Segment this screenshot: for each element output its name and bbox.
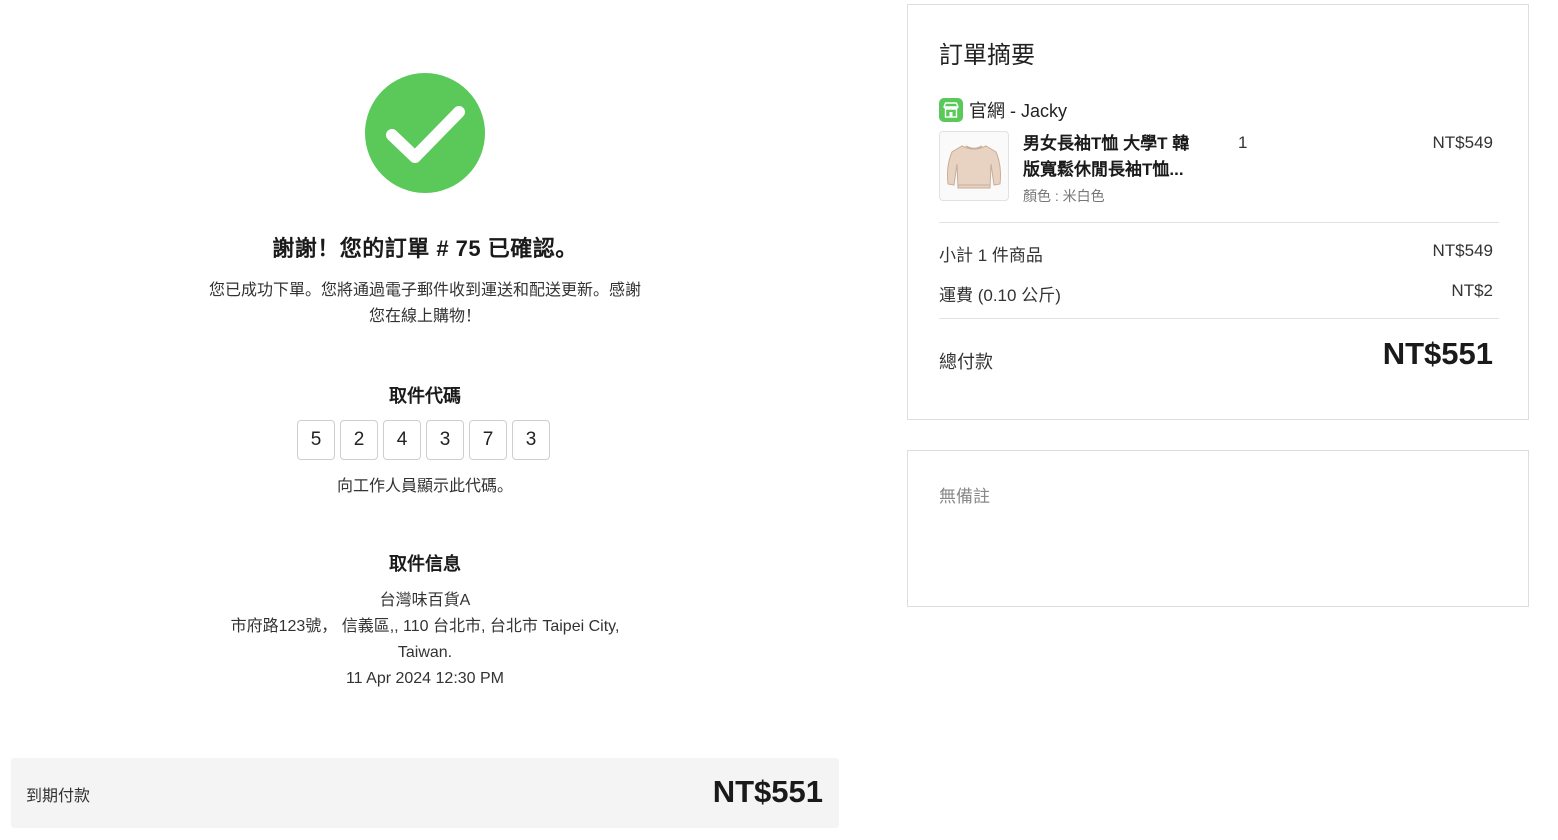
store-name: 官網 - Jacky: [969, 101, 1068, 121]
pickup-code-digit: 4: [383, 420, 421, 460]
total-label: 總付款: [939, 352, 993, 372]
pickup-code-digit: 7: [469, 420, 507, 460]
order-notes-text: 無備註: [939, 487, 990, 506]
product-name[interactable]: 男女長袖T恤 大學T 韓 版寬鬆休閒長袖T恤...: [1023, 131, 1213, 183]
checkmark-circle-icon: [365, 73, 485, 193]
pickup-store-name: 台灣味百貨A: [379, 592, 471, 609]
confirmation-section: 謝謝！您的訂單 # 75 已確認。 您已成功下單。您將通過電子郵件收到運送和配送…: [0, 0, 850, 840]
product-variant: 顏色 : 米白色: [1023, 188, 1105, 204]
confirmation-message: 您已成功下單。您將通過電子郵件收到運送和配送更新。感謝 您在線上購物！: [170, 278, 680, 330]
product-name-line1: 男女長袖T恤 大學T 韓: [1023, 134, 1190, 153]
product-thumbnail: [939, 131, 1009, 201]
payment-due-label: 到期付款: [26, 788, 91, 805]
shipping-value: NT$2: [1451, 281, 1493, 300]
confirmation-message-line2: 您在線上購物！: [368, 308, 481, 325]
pickup-info-title: 取件信息: [389, 554, 461, 574]
order-confirmed-heading: 謝謝！您的訂單 # 75 已確認。: [272, 236, 578, 261]
product-quantity: 1: [1238, 133, 1248, 152]
divider: [939, 318, 1499, 319]
store-row: 官網 - Jacky: [939, 97, 1067, 123]
pickup-address-line2: Taiwan.: [397, 644, 453, 661]
subtotal-label: 小計 1 件商品: [939, 246, 1043, 265]
pickup-code: 5 2 4 3 7 3: [297, 420, 550, 460]
pickup-code-digit: 3: [426, 420, 464, 460]
pickup-code-digit: 2: [340, 420, 378, 460]
payment-due-amount: NT$551: [712, 774, 823, 809]
pickup-code-digit: 3: [512, 420, 550, 460]
shipping-label: 運費 (0.10 公斤): [939, 286, 1061, 305]
pickup-code-digit: 5: [297, 420, 335, 460]
product-price: NT$549: [1432, 133, 1493, 152]
total-value: NT$551: [1382, 336, 1493, 371]
order-notes-panel: 無備註: [907, 450, 1529, 607]
storefront-icon: [939, 98, 963, 122]
divider: [939, 222, 1499, 223]
product-name-line2: 版寬鬆休閒長袖T恤...: [1023, 160, 1184, 179]
confirmation-message-line1: 您已成功下單。您將通過電子郵件收到運送和配送更新。感謝: [208, 282, 641, 299]
pickup-info: 台灣味百貨A 市府路123號， 信義區,, 110 台北市, 台北市 Taipe…: [170, 588, 680, 692]
order-summary-title: 訂單摘要: [939, 42, 1035, 69]
order-summary-panel: 訂單摘要 官網 - Jacky 男女長袖T恤 大學T 韓 版寬鬆休閒長袖T恤..…: [907, 4, 1529, 420]
pickup-address-line1: 市府路123號， 信義區,, 110 台北市, 台北市 Taipei City,: [230, 618, 620, 635]
pickup-code-title: 取件代碼: [389, 386, 461, 406]
pickup-code-hint: 向工作人員顯示此代碼。: [336, 478, 513, 495]
payment-due-bar: 到期付款 NT$551: [11, 758, 839, 828]
pickup-datetime: 11 Apr 2024 12:30 PM: [345, 670, 505, 687]
subtotal-value: NT$549: [1432, 241, 1493, 260]
